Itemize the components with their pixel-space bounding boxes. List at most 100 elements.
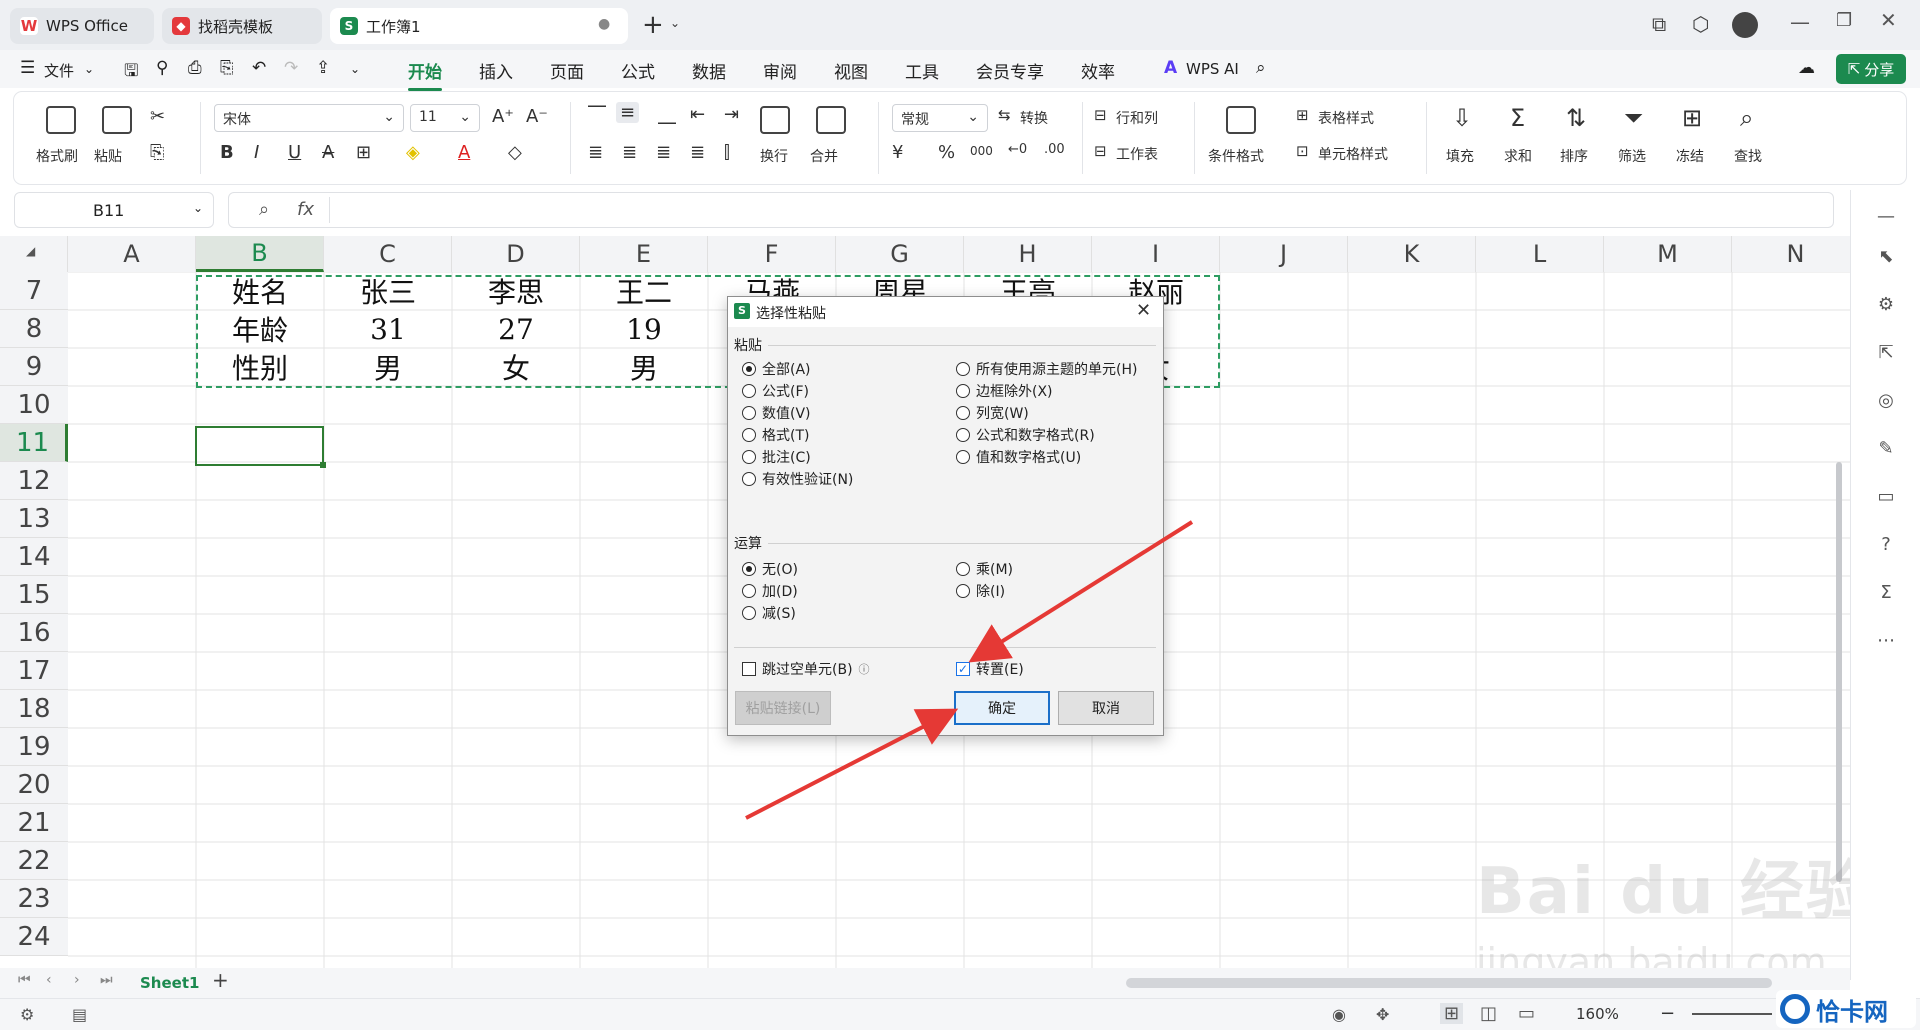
row-header-13[interactable]: 13: [0, 500, 68, 538]
decimal-increase-icon[interactable]: ←0: [1008, 142, 1027, 157]
wrap-text-label[interactable]: 换行: [760, 146, 788, 166]
conditional-format-icon[interactable]: [1226, 106, 1256, 134]
tools-icon[interactable]: ✎: [1875, 438, 1897, 460]
distribute-icon[interactable]: ⫿: [724, 142, 730, 163]
close-icon[interactable]: ✕: [1880, 8, 1897, 32]
restore-icon[interactable]: ❐: [1836, 10, 1852, 31]
format-painter-label[interactable]: 格式刷: [36, 146, 78, 166]
menu-member[interactable]: 会员专享: [976, 58, 1044, 83]
chevron-down-icon[interactable]: ⌄: [670, 16, 680, 30]
row-header-19[interactable]: 19: [0, 728, 68, 766]
fill-icon[interactable]: ⇩: [1452, 104, 1472, 132]
close-icon[interactable]: ✕: [1136, 300, 1151, 321]
menu-view[interactable]: 视图: [834, 58, 868, 83]
paste-left-radio-2[interactable]: 数值(V): [742, 403, 811, 423]
properties-icon[interactable]: ⚙: [1875, 294, 1897, 316]
file-menu[interactable]: 文件: [44, 60, 74, 81]
avatar[interactable]: [1732, 12, 1758, 38]
cut-icon[interactable]: ✂: [150, 106, 165, 127]
sort-label[interactable]: 排序: [1560, 146, 1588, 166]
share-button[interactable]: ⇱ 分享: [1836, 54, 1906, 84]
operation-left-radio-0[interactable]: 无(O): [742, 559, 798, 579]
sort-icon[interactable]: ⇅: [1566, 104, 1586, 132]
fill-color-icon[interactable]: ◈: [406, 142, 420, 163]
paste-label[interactable]: 粘贴: [94, 146, 122, 166]
align-right-icon[interactable]: ≣: [656, 142, 671, 163]
row-header-15[interactable]: 15: [0, 576, 68, 614]
eraser-icon[interactable]: ◇: [508, 142, 522, 163]
convert-icon[interactable]: ⇆: [998, 106, 1011, 124]
tab-docer-templates[interactable]: ◆ 找稻壳模板: [162, 8, 322, 44]
find-label[interactable]: 查找: [1734, 146, 1762, 166]
row-header-21[interactable]: 21: [0, 804, 68, 842]
paste-right-radio-0[interactable]: 所有使用源主题的单元(H): [956, 359, 1137, 379]
eye-icon[interactable]: ◉: [1332, 1005, 1346, 1024]
menu-data[interactable]: 数据: [692, 58, 726, 83]
percent-icon[interactable]: %: [938, 142, 955, 163]
compass-icon[interactable]: ✥: [1376, 1005, 1389, 1024]
operation-left-radio-2[interactable]: 减(S): [742, 603, 796, 623]
export-icon[interactable]: ⇪: [316, 58, 330, 78]
row-header-10[interactable]: 10: [0, 386, 68, 424]
row-header-16[interactable]: 16: [0, 614, 68, 652]
paste-right-radio-4[interactable]: 值和数字格式(U): [956, 447, 1081, 467]
italic-button[interactable]: I: [254, 142, 259, 163]
next-sheet-icon[interactable]: ›: [74, 972, 80, 988]
underline-button[interactable]: U: [288, 142, 301, 163]
thousands-icon[interactable]: 000: [970, 144, 993, 158]
column-header-k[interactable]: K: [1348, 236, 1476, 272]
column-header-c[interactable]: C: [324, 236, 452, 272]
radio-button[interactable]: [956, 384, 970, 398]
radio-button[interactable]: [742, 362, 756, 376]
analysis-icon[interactable]: ◎: [1875, 390, 1897, 412]
font-name-select[interactable]: 宋体 ⌄: [214, 104, 404, 132]
radio-button[interactable]: [742, 384, 756, 398]
column-header-g[interactable]: G: [836, 236, 964, 272]
align-left-icon[interactable]: ≣: [588, 142, 603, 163]
row-header-11[interactable]: 11: [0, 424, 68, 462]
radio-button[interactable]: [742, 562, 756, 576]
table-style-icon[interactable]: ⊞: [1296, 106, 1309, 124]
justify-icon[interactable]: ≣: [690, 142, 705, 163]
cancel-button[interactable]: 取消: [1058, 691, 1154, 725]
row-header-17[interactable]: 17: [0, 652, 68, 690]
font-grow-icon[interactable]: A⁺: [492, 106, 514, 127]
column-header-j[interactable]: J: [1220, 236, 1348, 272]
worksheet-button[interactable]: 工作表: [1116, 144, 1158, 164]
worksheet-icon[interactable]: ⊟: [1094, 142, 1107, 160]
horizontal-scrollbar[interactable]: [1126, 978, 1772, 988]
menu-home[interactable]: 开始: [408, 58, 442, 91]
row-col-button[interactable]: 行和列: [1116, 108, 1158, 128]
radio-button[interactable]: [956, 450, 970, 464]
radio-button[interactable]: [956, 406, 970, 420]
merge-label[interactable]: 合并: [810, 146, 838, 166]
wps-ai-button[interactable]: WPS AI: [1186, 60, 1239, 78]
filter-icon[interactable]: ⏷: [1624, 104, 1643, 132]
new-tab-icon[interactable]: +: [642, 10, 664, 40]
paste-left-radio-0[interactable]: 全部(A): [742, 359, 811, 379]
radio-button[interactable]: [956, 428, 970, 442]
menu-formula[interactable]: 公式: [621, 58, 655, 83]
cell-style-button[interactable]: 单元格样式: [1318, 144, 1388, 164]
column-header-d[interactable]: D: [452, 236, 580, 272]
column-header-a[interactable]: A: [68, 236, 196, 272]
radio-button[interactable]: [742, 606, 756, 620]
menu-insert[interactable]: 插入: [479, 58, 513, 83]
align-center-icon[interactable]: ≣: [622, 142, 637, 163]
currency-icon[interactable]: ¥: [892, 142, 903, 163]
cloud-upload-icon[interactable]: ☁: [1798, 58, 1815, 78]
hamburger-icon[interactable]: ☰: [20, 58, 35, 78]
vertical-scrollbar[interactable]: [1834, 292, 1844, 892]
help-icon[interactable]: ?: [1875, 534, 1897, 556]
sum-icon[interactable]: Σ: [1510, 104, 1525, 132]
column-header-e[interactable]: E: [580, 236, 708, 272]
radio-button[interactable]: [956, 362, 970, 376]
fill-label[interactable]: 填充: [1446, 146, 1474, 166]
scrollbar-thumb[interactable]: [1836, 462, 1842, 882]
wps-ai-icon[interactable]: A: [1164, 58, 1177, 78]
table-style-button[interactable]: 表格样式: [1318, 108, 1374, 128]
paste-right-radio-3[interactable]: 公式和数字格式(R): [956, 425, 1095, 445]
menu-review[interactable]: 审阅: [763, 58, 797, 83]
book-icon[interactable]: ▭: [1875, 486, 1897, 508]
page-layout-icon[interactable]: ◫: [1480, 1003, 1497, 1024]
